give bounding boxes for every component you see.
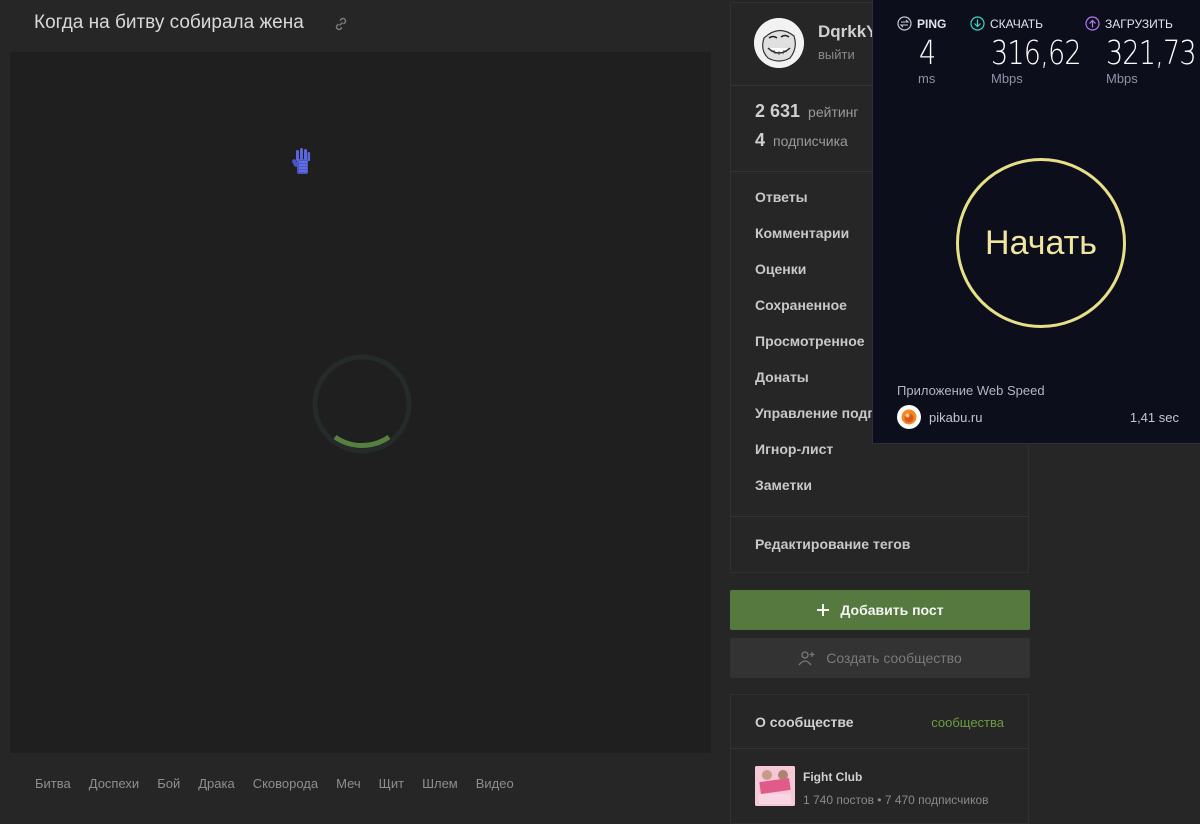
- download-label: СКАЧАТЬ: [990, 16, 1043, 31]
- subscribers-value: 4: [755, 130, 766, 150]
- ping-header: PING: [897, 16, 946, 31]
- about-community-card: О сообществе сообщества Fight Club 1 740…: [730, 694, 1029, 824]
- upload-metric: ЗАГРУЗИТЬ 321,73 Mbps: [1085, 16, 1200, 86]
- menu-item-edit-tags[interactable]: Редактирование тегов: [755, 536, 910, 552]
- upload-value: 321,73: [1106, 33, 1197, 72]
- create-community-label: Создать сообщество: [826, 650, 962, 666]
- subscribers-row[interactable]: 4 подписчика: [755, 130, 859, 159]
- upload-icon: [1085, 16, 1100, 31]
- divider: [731, 516, 1028, 517]
- tag[interactable]: Щит: [379, 776, 404, 791]
- tag[interactable]: Доспехи: [89, 776, 139, 791]
- start-label: Начать: [985, 223, 1097, 262]
- site-name: pikabu.ru: [929, 409, 983, 425]
- ping-unit: ms: [918, 71, 936, 86]
- start-button[interactable]: Начать: [956, 158, 1126, 328]
- download-value: 316,62: [991, 33, 1082, 72]
- post-title[interactable]: Когда на битву собирала жена: [34, 12, 304, 34]
- tag[interactable]: Меч: [336, 776, 361, 791]
- ping-value: 4: [919, 33, 936, 72]
- download-metric: СКАЧАТЬ 316,62 Mbps: [970, 16, 1100, 86]
- download-icon: [970, 16, 985, 31]
- load-time: 1,41 sec: [1129, 409, 1179, 425]
- download-header: СКАЧАТЬ: [970, 16, 1100, 31]
- ping-label: PING: [917, 16, 947, 31]
- tag[interactable]: Битва: [35, 776, 71, 791]
- speed-test-panel: PING 4 ms СКАЧАТЬ 316,62 Mbps ЗАГРУЗИТЬ …: [872, 0, 1200, 444]
- gauntlet-hand-icon: [292, 148, 311, 174]
- upload-unit: Mbps: [1106, 71, 1138, 86]
- app-label: Приложение Web Speed: [897, 383, 1045, 398]
- trollface-avatar-icon: [754, 18, 804, 68]
- profile-stats: 2 631 рейтинг 4 подписчика: [755, 101, 859, 159]
- tag[interactable]: Бой: [157, 776, 180, 791]
- rating-row: 2 631 рейтинг: [755, 101, 859, 130]
- plus-icon: [817, 604, 830, 616]
- upload-header: ЗАГРУЗИТЬ: [1085, 16, 1200, 31]
- ping-icon: [897, 16, 912, 31]
- logout-link[interactable]: выйти: [818, 47, 855, 62]
- rating-value: 2 631: [755, 101, 801, 121]
- add-post-label: Добавить пост: [840, 602, 944, 618]
- upload-label: ЗАГРУЗИТЬ: [1105, 16, 1173, 31]
- avatar[interactable]: [754, 18, 804, 68]
- tags-bar: Битва Доспехи Бой Драка Сковорода Меч Щи…: [10, 753, 711, 814]
- about-title: О сообществе: [755, 714, 854, 730]
- pikabu-site-icon: [897, 405, 921, 429]
- create-community-button[interactable]: Создать сообщество: [730, 638, 1030, 678]
- tag[interactable]: Видео: [476, 776, 514, 791]
- divider: [731, 748, 1028, 749]
- tag[interactable]: Драка: [198, 776, 234, 791]
- pikabu-logo-icon: [901, 409, 917, 425]
- tag[interactable]: Сковорода: [253, 776, 318, 791]
- rating-label: рейтинг: [808, 104, 859, 120]
- post-header: Когда на битву собирала жена: [10, 0, 711, 52]
- add-community-icon: [798, 651, 815, 666]
- communities-link[interactable]: сообщества: [931, 715, 1004, 730]
- post-container: Когда на битву собирала жена Битва Доспе…: [10, 0, 711, 814]
- site-row: pikabu.ru 1,41 sec: [897, 405, 1179, 429]
- community-name[interactable]: Fight Club: [803, 770, 862, 784]
- fight-club-logo-icon: [755, 766, 795, 806]
- community-meta: 1 740 постов • 7 470 подписчиков: [803, 793, 989, 807]
- menu-item-ignore-list[interactable]: Игнор-лист: [755, 441, 926, 477]
- username[interactable]: DqrkkY: [818, 22, 878, 42]
- subscribers-label: подписчика: [773, 133, 848, 149]
- menu-item-notes[interactable]: Заметки: [755, 477, 926, 513]
- community-thumbnail[interactable]: [755, 766, 795, 806]
- loading-spinner: [312, 354, 412, 454]
- tag[interactable]: Шлем: [422, 776, 458, 791]
- ping-metric: PING 4 ms: [897, 16, 946, 86]
- link-icon[interactable]: [333, 16, 349, 32]
- tag-list: Битва Доспехи Бой Драка Сковорода Меч Щи…: [35, 776, 514, 791]
- add-post-button[interactable]: Добавить пост: [730, 590, 1030, 630]
